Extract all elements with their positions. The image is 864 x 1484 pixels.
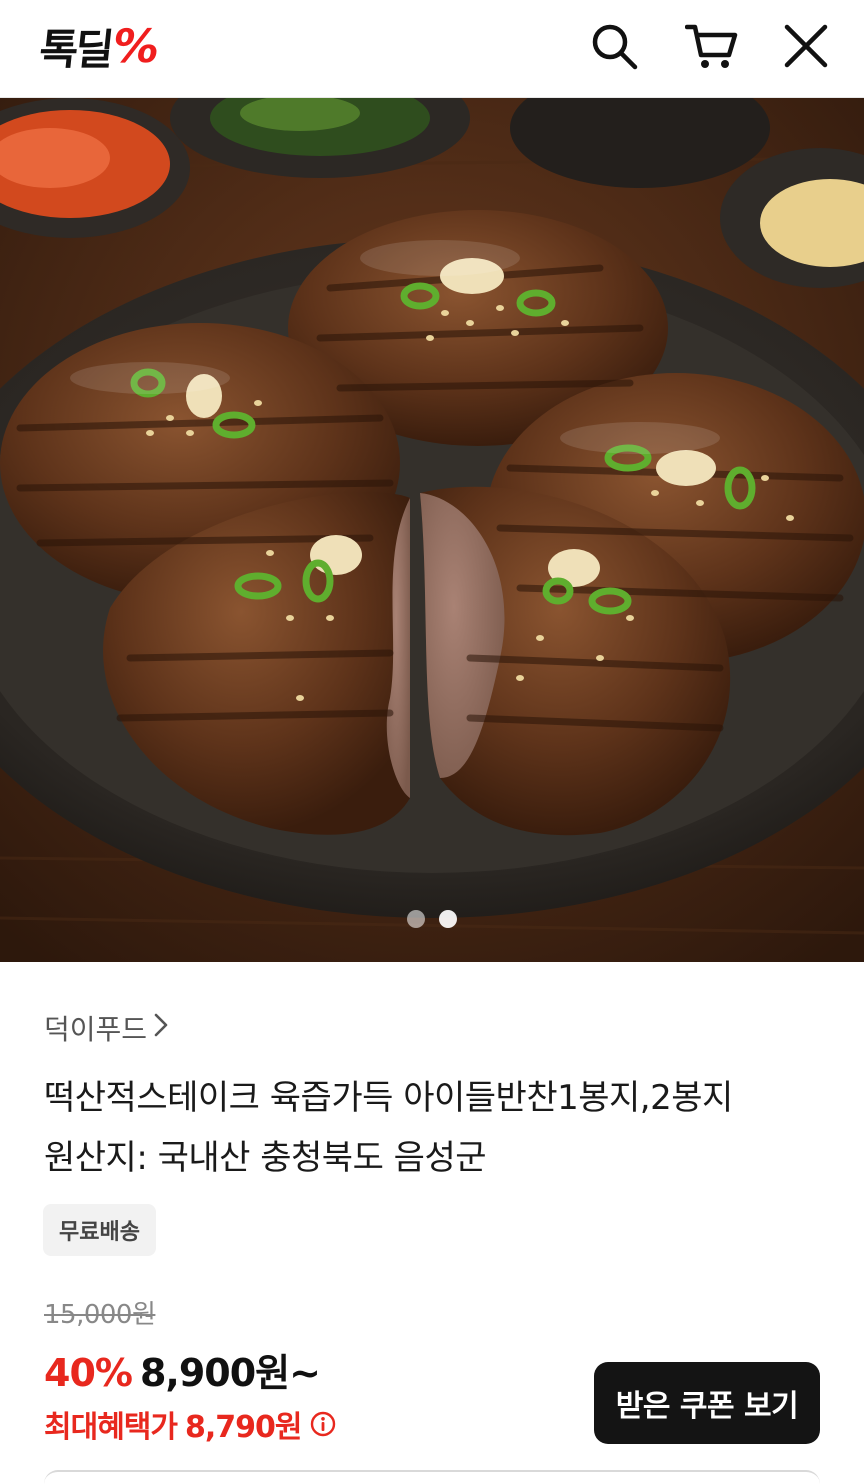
search-button[interactable]: [586, 18, 642, 74]
seller-name: 덕이푸드: [44, 1013, 148, 1046]
brand-logo[interactable]: 톡딜 %: [37, 19, 164, 74]
max-benefit-price: 8,790원: [185, 1410, 302, 1445]
logo-percent-mark: %: [108, 19, 165, 73]
free-shipping-badge: 무료배송: [43, 1204, 156, 1256]
sale-price: 8,900원~: [139, 1351, 321, 1395]
search-icon: [589, 21, 639, 71]
view-coupons-button[interactable]: 받은 쿠폰 보기: [594, 1362, 820, 1444]
carousel-dot-2[interactable]: [439, 910, 457, 928]
product-title: 떡산적스테이크 육즙가득 아이들반찬1봉지,2봉지 원산지: 국내산 충청북도 …: [44, 1068, 824, 1188]
max-benefit-row: 최대혜택가 8,790원: [44, 1402, 336, 1446]
product-image-carousel[interactable]: [0, 98, 864, 962]
original-price: 15,000원: [44, 1300, 156, 1330]
cart-button[interactable]: [684, 18, 740, 74]
product-title-line-1: 떡산적스테이크 육즙가득 아이들반찬1봉지,2봉지: [44, 1078, 733, 1118]
cart-icon: [685, 21, 739, 71]
chevron-right-icon: [153, 1012, 169, 1045]
next-section-edge: [44, 1470, 820, 1484]
carousel-indicator: [0, 910, 864, 928]
discount-rate: 40%: [44, 1351, 133, 1395]
info-icon[interactable]: [310, 1411, 336, 1437]
close-button[interactable]: [778, 18, 834, 74]
close-icon: [782, 22, 830, 70]
seller-link[interactable]: 덕이푸드: [44, 1008, 169, 1048]
product-title-line-2: 원산지: 국내산 충청북도 음성군: [44, 1138, 487, 1178]
product-photo: [0, 98, 864, 962]
carousel-dot-1[interactable]: [407, 910, 425, 928]
price-row: 40% 8,900원~: [44, 1342, 321, 1397]
top-header: 톡딜 %: [0, 0, 864, 98]
max-benefit-label: 최대혜택가: [44, 1410, 178, 1445]
logo-text: 톡딜: [37, 24, 114, 74]
